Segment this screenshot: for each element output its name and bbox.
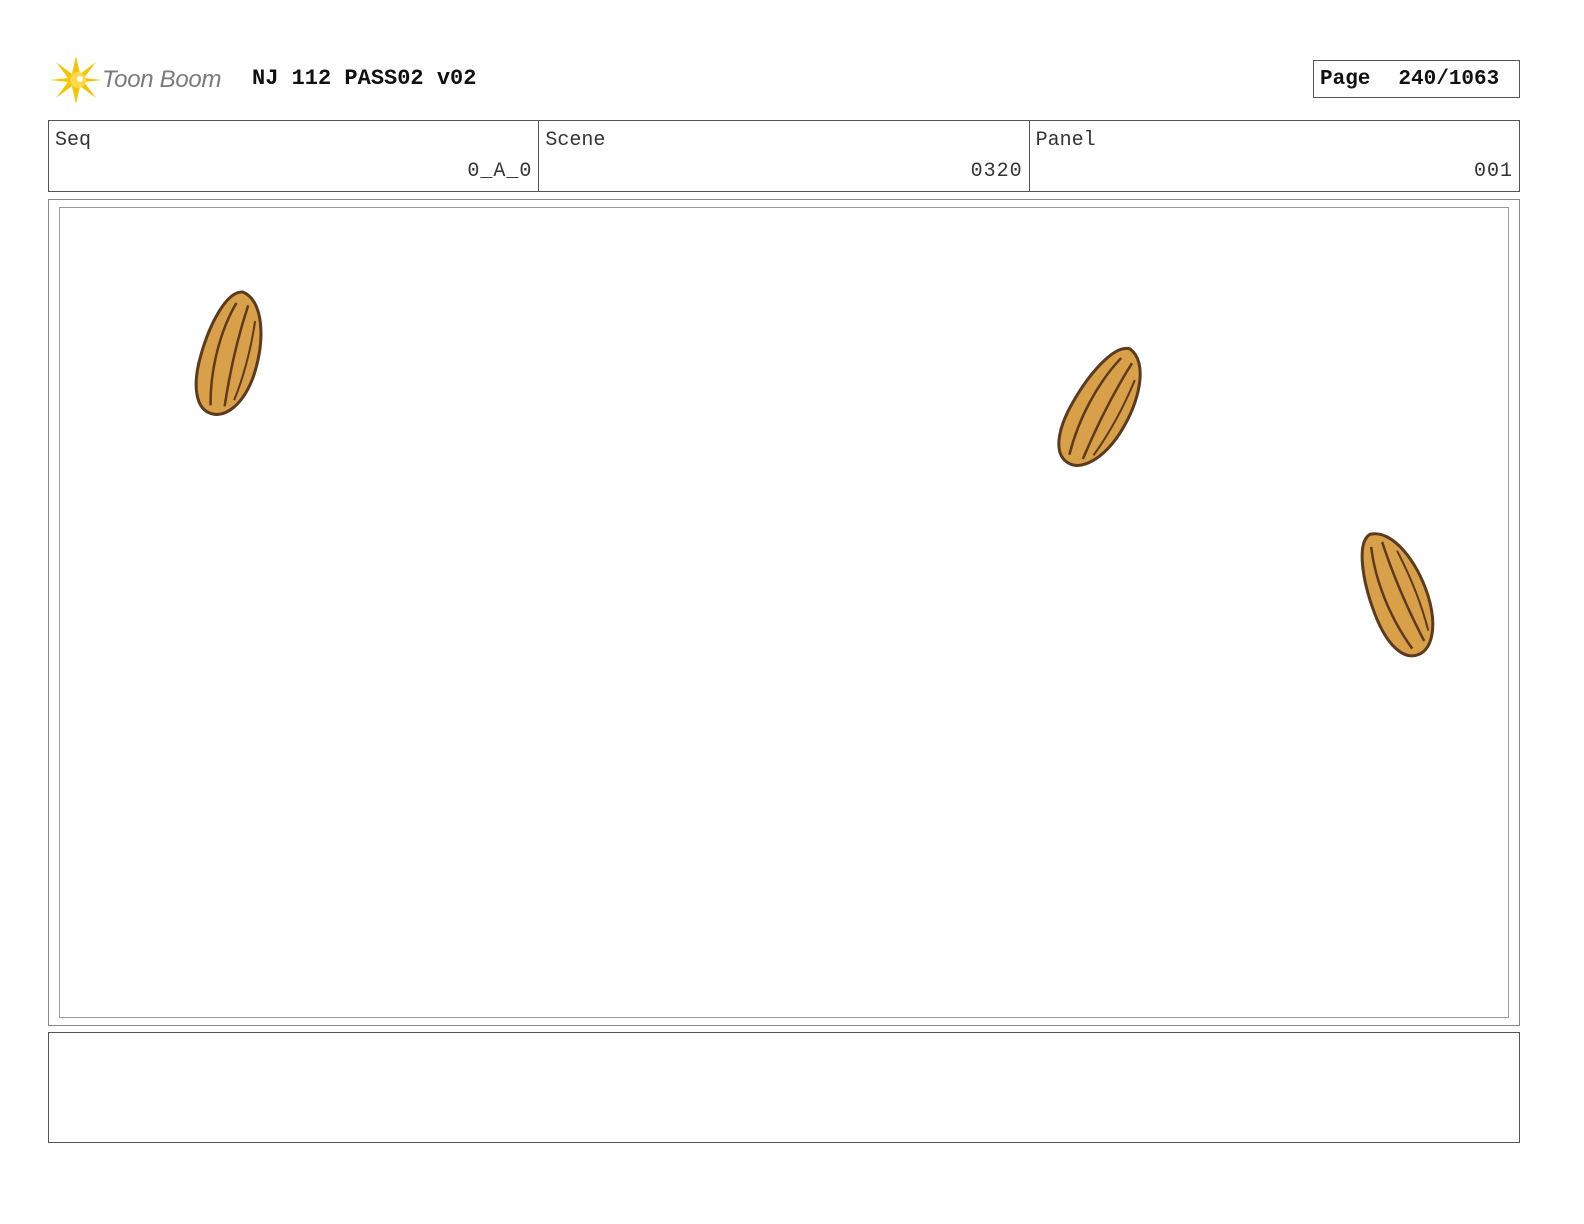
seq-value: 0_A_0	[467, 160, 533, 183]
star-burst-icon	[50, 56, 102, 104]
project-title: NJ 112 PASS02 v02	[252, 66, 477, 91]
storyboard-header: Toon Boom NJ 112 PASS02 v02 Page 240/106…	[48, 50, 1520, 108]
logo-text: Toon Boom	[102, 66, 222, 93]
toon-boom-logo: Toon Boom	[48, 52, 238, 108]
panel-value: 001	[1473, 160, 1513, 183]
page-counter: Page 240/1063	[1313, 60, 1520, 98]
almond-icon	[1057, 346, 1142, 467]
scene-value: 0320	[970, 160, 1023, 183]
panel-drawing	[194, 290, 1435, 658]
seq-cell: Seq 0_A_0	[49, 121, 540, 191]
page-value: 240/1063	[1398, 67, 1500, 91]
panel-cell: Panel 001	[1030, 121, 1519, 191]
almond-icon	[194, 290, 263, 416]
page-label: Page	[1320, 67, 1371, 91]
panel-notes-box[interactable]	[48, 1032, 1520, 1143]
scene-cell: Scene 0320	[539, 121, 1030, 191]
storyboard-panel	[48, 199, 1520, 1026]
panel-info-row: Seq 0_A_0 Scene 0320 Panel 001	[48, 120, 1520, 192]
panel-frame	[59, 207, 1509, 1018]
scene-label: Scene	[545, 129, 606, 152]
seq-label: Seq	[55, 129, 92, 152]
panel-label: Panel	[1035, 129, 1096, 152]
almond-icon	[1360, 532, 1435, 658]
